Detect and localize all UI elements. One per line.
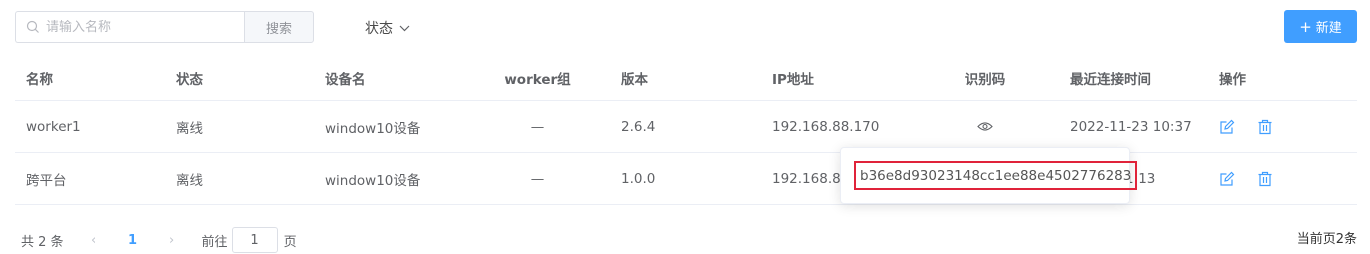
next-page-button[interactable]: ›	[162, 233, 182, 248]
status-filter-label: 状态	[365, 21, 393, 37]
cell-ip: 192.168.88	[772, 170, 850, 187]
identification-code: b36e8d93023148cc1ee88e4502776283	[854, 161, 1138, 190]
pagination-total: 共 2 条	[21, 234, 64, 250]
cell-group: —	[530, 118, 545, 135]
header-ip: IP地址	[772, 71, 814, 88]
cell-version: 1.0.0	[621, 170, 656, 187]
cell-device: window10设备	[325, 172, 421, 189]
goto-page-input[interactable]	[231, 227, 278, 253]
delete-icon[interactable]	[1257, 119, 1273, 135]
header-device: 设备名	[325, 71, 366, 88]
table-row: worker1 离线 window10设备 — 2.6.4 192.168.88…	[15, 101, 1357, 153]
cell-ip: 192.168.88.170	[772, 118, 880, 135]
status-filter-dropdown[interactable]: 状态	[365, 18, 410, 38]
eye-icon[interactable]	[977, 121, 993, 132]
cell-status: 离线	[176, 120, 203, 137]
plus-icon: +	[1299, 17, 1312, 36]
workers-table: 名称 状态 设备名 worker组 版本 IP地址 识别码 最近连接时间 操作 …	[15, 55, 1357, 205]
header-version: 版本	[621, 71, 648, 88]
header-code: 识别码	[964, 71, 1006, 88]
delete-icon[interactable]	[1257, 171, 1273, 187]
new-button-label: 新建	[1315, 21, 1342, 36]
table-row: 跨平台 离线 window10设备 — 1.0.0 192.168.88 24 …	[15, 153, 1357, 205]
current-page-count: 当前页2条	[1296, 232, 1357, 247]
pagination: 共 2 条 ‹ 1 › 前往 页	[21, 226, 297, 254]
cell-ops	[1219, 101, 1295, 152]
header-status: 状态	[176, 71, 203, 88]
cell-name: 跨平台	[26, 172, 67, 189]
page-number-current[interactable]: 1	[104, 233, 162, 248]
header-last-connect: 最近连接时间	[1070, 71, 1151, 88]
prev-page-button[interactable]: ‹	[84, 233, 104, 248]
page-suffix: 页	[283, 234, 297, 250]
cell-status: 离线	[176, 172, 203, 189]
goto-label: 前往	[201, 234, 228, 250]
code-popover: b36e8d93023148cc1ee88e4502776283	[840, 147, 1138, 204]
edit-icon[interactable]	[1219, 119, 1235, 135]
chevron-down-icon	[399, 25, 410, 32]
header-ops: 操作	[1219, 71, 1246, 88]
header-name: 名称	[26, 71, 53, 88]
edit-icon[interactable]	[1219, 171, 1235, 187]
cell-last-connect: 2022-11-23 10:37	[1070, 118, 1192, 135]
cell-device: window10设备	[325, 120, 421, 137]
cell-ops	[1219, 153, 1295, 204]
header-group: worker组	[504, 71, 571, 88]
search-input-wrapper[interactable]	[15, 11, 245, 43]
cell-name: worker1	[26, 118, 81, 135]
cell-group: —	[530, 170, 545, 187]
search-button[interactable]: 搜索	[244, 11, 314, 43]
search-input[interactable]	[46, 19, 226, 35]
new-button[interactable]: + 新建	[1284, 10, 1357, 43]
cell-version: 2.6.4	[621, 118, 656, 135]
cell-code	[955, 101, 1015, 152]
search-icon	[26, 20, 40, 34]
table-header-row: 名称 状态 设备名 worker组 版本 IP地址 识别码 最近连接时间 操作	[15, 55, 1357, 101]
